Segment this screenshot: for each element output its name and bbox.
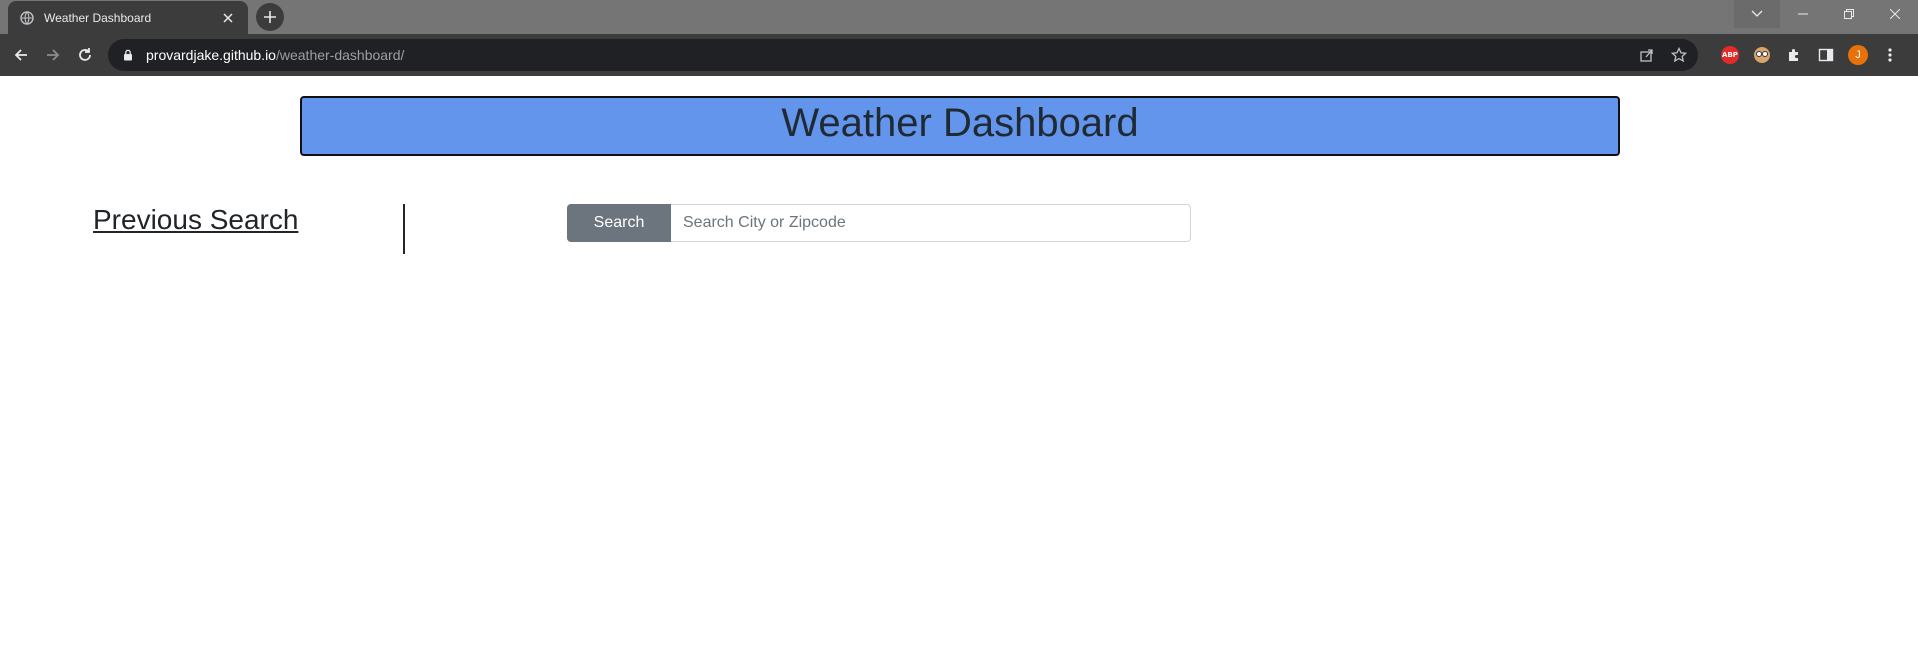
page-content: Weather Dashboard Previous Search Search bbox=[0, 76, 1918, 671]
url-host: provardjake.github.io bbox=[146, 47, 276, 63]
abp-icon: ABP bbox=[1721, 46, 1739, 64]
glasses-extension[interactable] bbox=[1752, 45, 1772, 65]
browser-tab[interactable]: Weather Dashboard bbox=[8, 1, 248, 34]
share-icon[interactable] bbox=[1638, 46, 1656, 64]
close-window-icon bbox=[1890, 9, 1900, 19]
browser-menu-button[interactable] bbox=[1880, 45, 1900, 65]
minimize-button[interactable] bbox=[1780, 0, 1826, 28]
globe-icon bbox=[20, 10, 34, 25]
kebab-menu-icon bbox=[1888, 48, 1892, 62]
header-banner: Weather Dashboard bbox=[300, 96, 1620, 156]
extensions-area: ABP J bbox=[1720, 41, 1900, 69]
page-title: Weather Dashboard bbox=[781, 101, 1139, 145]
profile-button[interactable]: J bbox=[1848, 45, 1868, 65]
lock-icon[interactable] bbox=[122, 49, 134, 61]
forward-button[interactable] bbox=[39, 41, 67, 69]
back-arrow-icon bbox=[14, 49, 27, 61]
new-tab-button[interactable] bbox=[256, 3, 284, 31]
search-button[interactable]: Search bbox=[567, 204, 671, 242]
search-input[interactable] bbox=[671, 204, 1191, 242]
minimize-icon bbox=[1798, 13, 1808, 15]
glasses-face-icon bbox=[1754, 47, 1770, 63]
avatar: J bbox=[1848, 45, 1868, 65]
adblock-extension[interactable]: ABP bbox=[1720, 45, 1740, 65]
puzzle-icon bbox=[1789, 49, 1798, 61]
address-bar[interactable]: provardjake.github.io/weather-dashboard/ bbox=[108, 39, 1698, 71]
reload-icon bbox=[79, 48, 91, 61]
browser-toolbar: provardjake.github.io/weather-dashboard/… bbox=[0, 34, 1918, 76]
close-icon[interactable] bbox=[220, 10, 236, 26]
reload-button[interactable] bbox=[71, 41, 99, 69]
chevron-down-icon bbox=[1751, 10, 1763, 17]
url-path: /weather-dashboard/ bbox=[275, 47, 405, 63]
bookmark-star-icon[interactable] bbox=[1670, 46, 1688, 64]
close-window-button[interactable] bbox=[1872, 0, 1918, 28]
vertical-divider bbox=[403, 204, 405, 254]
back-button[interactable] bbox=[7, 41, 35, 69]
search-group: Search bbox=[567, 204, 1191, 242]
previous-search-heading: Previous Search bbox=[93, 204, 299, 235]
tab-title: Weather Dashboard bbox=[44, 10, 152, 25]
side-panel-button[interactable] bbox=[1816, 45, 1836, 65]
restore-icon bbox=[1844, 9, 1854, 19]
plus-icon bbox=[264, 11, 276, 23]
extensions-menu-button[interactable] bbox=[1784, 45, 1804, 65]
tab-search-button[interactable] bbox=[1734, 0, 1780, 28]
forward-arrow-icon bbox=[47, 49, 60, 61]
window-controls bbox=[1734, 0, 1918, 28]
restore-button[interactable] bbox=[1826, 0, 1872, 28]
browser-tab-strip: Weather Dashboard bbox=[0, 0, 1918, 34]
side-panel-icon bbox=[1818, 48, 1834, 62]
